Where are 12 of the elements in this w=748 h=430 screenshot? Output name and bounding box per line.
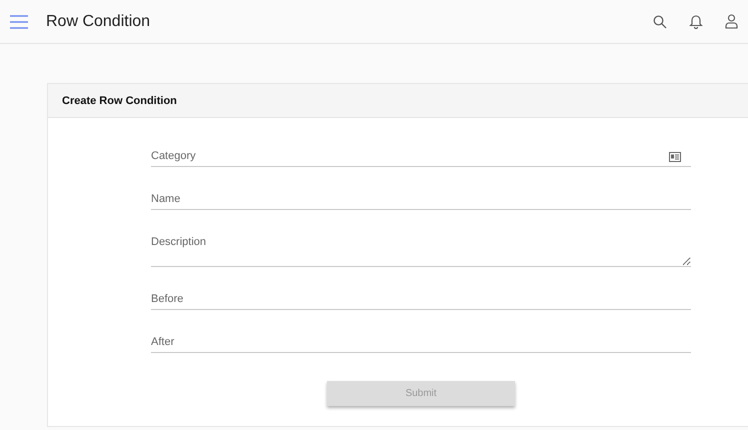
text-area[interactable]: Description	[151, 232, 691, 266]
search-icon[interactable]	[653, 14, 667, 28]
user-icon[interactable]	[725, 14, 738, 29]
page-title: Row Condition	[46, 12, 150, 30]
input-field[interactable]: Before	[151, 289, 691, 309]
form-title: Create Row Condition	[62, 94, 177, 106]
category-dropdown[interactable]: Category	[151, 146, 691, 166]
menu-icon[interactable]	[10, 14, 28, 28]
notification-icon[interactable]	[689, 14, 703, 29]
input-field[interactable]: Name	[151, 189, 691, 209]
list-icon[interactable]	[669, 152, 681, 162]
input-field[interactable]: After	[151, 332, 691, 352]
